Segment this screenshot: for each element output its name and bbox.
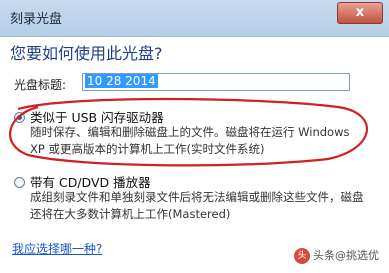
option-cd-dvd-radio[interactable]: [14, 177, 25, 188]
disc-title-label: 光盘标题:: [14, 78, 67, 92]
annotation-circle: [9, 97, 368, 167]
title-bar: 刻录光盘 x: [0, 0, 389, 37]
option-cd-dvd-desc-line2: 还将在大多数计算机上工作(Mastered): [30, 207, 231, 221]
disc-title-value: 10 28 2014: [85, 74, 158, 88]
window-title: 刻录光盘: [10, 12, 63, 27]
close-button[interactable]: x: [337, 2, 383, 24]
watermark: 头头条@挑选优: [294, 247, 379, 264]
disc-title-input[interactable]: 10 28 2014: [82, 73, 350, 91]
page-title: 您要如何使用此光盘?: [10, 44, 163, 63]
watermark-text: 头条@挑选优: [313, 249, 379, 262]
help-link[interactable]: 我应选择哪一种?: [12, 240, 102, 257]
watermark-logo-icon: 头: [294, 248, 310, 264]
option-cd-dvd-description: 成组刻录文件和单独刻录文件后将无法编辑或删除这些文件，磁盘 还将在大多数计算机上…: [30, 189, 364, 223]
option-cd-dvd-desc-line1: 成组刻录文件和单独刻录文件后将无法编辑或删除这些文件，磁盘: [30, 190, 364, 204]
